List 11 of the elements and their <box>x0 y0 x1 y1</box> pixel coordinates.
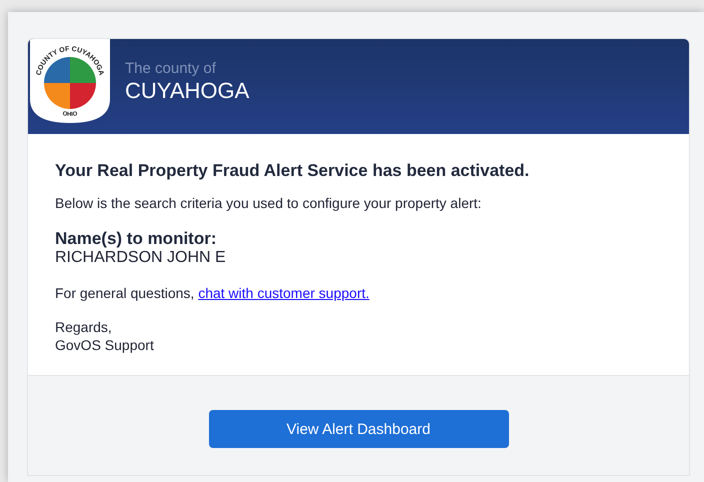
criteria-label: Name(s) to monitor: <box>55 229 218 249</box>
criteria-value: RICHARDSON JOHN E <box>55 249 227 267</box>
header-title: CUYAHOGA <box>125 78 250 104</box>
questions-text: For general questions, chat with customer support. <box>55 285 370 301</box>
regards-text: Regards, <box>55 319 113 335</box>
header-subtitle: The county of <box>125 60 217 77</box>
view-dashboard-button[interactable]: View Alert Dashboard <box>208 410 508 448</box>
heading: Your Real Property Fraud Alert Service has been activated. <box>55 161 530 181</box>
support-link[interactable]: chat with customer support. <box>198 285 370 301</box>
intro-text: Below is the search criteria you used to configure your property alert: <box>55 195 482 211</box>
signature-text: GovOS Support <box>55 337 155 353</box>
